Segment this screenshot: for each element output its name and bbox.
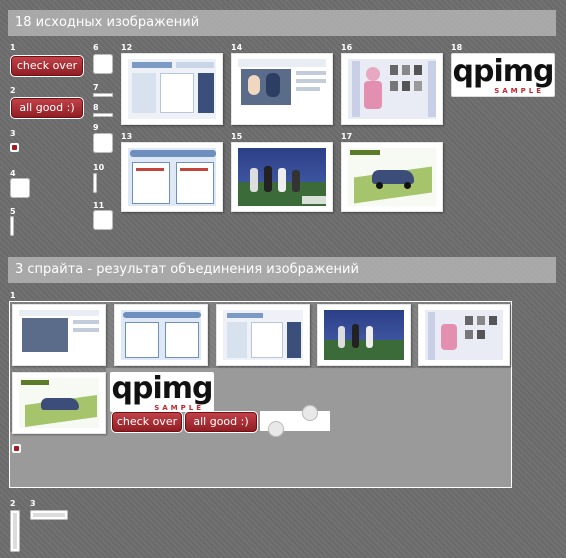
check-over-button[interactable]: check over [10, 55, 84, 77]
sprite-number-2: 2 [10, 499, 16, 508]
sprite-logo-word: qpimg [111, 371, 214, 406]
item-number-6: 6 [93, 43, 99, 52]
sprite-qpimg-logo: qpimg SAMPLE [110, 372, 214, 412]
edge-shape-8 [93, 113, 113, 117]
thumbnail-13 [121, 142, 223, 212]
item-number-12: 12 [121, 43, 133, 52]
item-number-10: 10 [93, 163, 105, 172]
sprite-all-good-button[interactable]: all good :) [184, 411, 258, 433]
sprite-empty-area-bottom [10, 432, 511, 487]
section-sprites-title: 3 спрайта - результат объединения изобра… [15, 262, 359, 277]
item-number-13: 13 [121, 132, 133, 141]
corner-shape-9 [93, 133, 113, 153]
sprite-thumb-16 [418, 304, 510, 366]
sprite-2-vertical-strip [10, 510, 20, 552]
sprite-thumb-12 [216, 304, 310, 366]
section-source-header: 18 исходных изображений [8, 10, 556, 36]
item-number-15: 15 [231, 132, 243, 141]
section-source-title: 18 исходных изображений [15, 15, 200, 30]
edge-shape-7 [93, 93, 113, 97]
sprite-number-1: 1 [10, 291, 16, 300]
item-number-4: 4 [10, 169, 16, 178]
item-number-9: 9 [93, 123, 99, 132]
section-sprites-header: 3 спрайта - результат объединения изобра… [8, 257, 556, 283]
thumbnail-17 [341, 142, 443, 212]
sprite-3-horizontal-strip [30, 510, 68, 520]
corner-shape-6 [93, 54, 113, 74]
thumbnail-16 [341, 53, 443, 125]
sprite-thumb-14 [12, 304, 106, 366]
item-number-14: 14 [231, 43, 243, 52]
sprite-corner-strip [260, 405, 330, 437]
sprite-number-3: 3 [30, 499, 36, 508]
item-number-8: 8 [93, 103, 99, 112]
item-number-16: 16 [341, 43, 353, 52]
corner-shape-11 [93, 210, 113, 230]
sprite-thumb-13 [114, 304, 208, 366]
red-square-icon [10, 143, 19, 152]
all-good-button[interactable]: all good :) [10, 97, 84, 119]
sprite-1-panel: qpimg SAMPLE check over all good :) [9, 301, 512, 488]
edge-shape-5 [10, 216, 14, 236]
corner-shape-4 [10, 178, 30, 198]
item-number-1: 1 [10, 43, 16, 52]
logo-word: qpimg [452, 54, 555, 89]
item-number-7: 7 [93, 83, 99, 92]
item-number-3: 3 [10, 129, 16, 138]
sprite-check-over-button[interactable]: check over [111, 411, 183, 433]
item-number-18: 18 [451, 43, 463, 52]
item-number-17: 17 [341, 132, 353, 141]
edge-shape-10 [93, 173, 97, 193]
thumbnail-12 [121, 53, 223, 125]
sprite-thumb-15 [317, 304, 411, 366]
sprite-red-square-icon [12, 444, 21, 453]
item-number-5: 5 [10, 207, 16, 216]
qpimg-logo: qpimg SAMPLE [451, 53, 555, 97]
thumbnail-15 [231, 142, 333, 212]
sprite-thumb-17 [12, 372, 106, 434]
thumbnail-14 [231, 53, 333, 125]
item-number-11: 11 [93, 201, 105, 210]
item-number-2: 2 [10, 86, 16, 95]
